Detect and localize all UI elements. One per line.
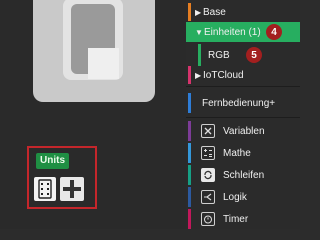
device-led <box>88 48 119 79</box>
category-variablen[interactable]: Variablen <box>186 121 300 141</box>
category-label: Logik <box>223 191 247 203</box>
timer-icon <box>201 212 215 226</box>
subcategory-label: RGB <box>208 49 230 61</box>
category-color-stripe <box>188 187 191 207</box>
category-color-stripe <box>188 209 191 229</box>
units-panel: Units <box>27 146 97 209</box>
device-preview <box>33 0 155 102</box>
step-badge: 5 <box>246 47 262 63</box>
category-label: Base <box>203 6 226 18</box>
category-color-stripe <box>188 66 191 84</box>
category-base[interactable]: ▶ Base <box>186 3 300 21</box>
category-fernbedienung[interactable]: Fernbedienung+ <box>186 93 300 113</box>
category-label: Einheiten (1) <box>204 26 261 38</box>
divider <box>186 117 300 118</box>
collapse-arrow-icon: ▼ <box>195 27 203 37</box>
category-iotcloud[interactable]: ▶ IoTCloud <box>186 66 300 84</box>
category-label: Timer <box>223 213 249 225</box>
category-mathe[interactable]: Mathe <box>186 143 300 163</box>
category-color-stripe <box>188 143 191 163</box>
category-label: Variablen <box>223 125 265 137</box>
math-icon <box>201 146 215 160</box>
category-logik[interactable]: Logik <box>186 187 300 207</box>
category-label: Schleifen <box>223 169 265 181</box>
divider <box>186 86 300 87</box>
category-color-stripe <box>188 93 191 113</box>
loop-icon <box>201 168 215 182</box>
category-label: Fernbedienung+ <box>202 97 276 109</box>
add-unit-icon[interactable] <box>60 177 84 201</box>
category-color-stripe <box>188 121 191 141</box>
logic-icon <box>201 190 215 204</box>
category-sidebar: ▶ Base ▼ Einheiten (1) 4 RGB 5 ▶ IoTClou… <box>186 0 300 229</box>
variable-icon <box>201 124 215 138</box>
units-badge: Units <box>36 153 69 169</box>
category-timer[interactable]: Timer <box>186 209 300 229</box>
category-label: Mathe <box>223 147 251 159</box>
rgb-unit-icon[interactable] <box>34 177 56 201</box>
step-badge: 4 <box>266 24 282 40</box>
category-color-stripe <box>188 3 191 21</box>
category-color-stripe <box>198 44 201 66</box>
expand-arrow-icon: ▶ <box>195 7 202 17</box>
device-canvas: Units <box>0 0 186 229</box>
category-schleifen[interactable]: Schleifen <box>186 165 300 185</box>
subcategory-rgb[interactable]: RGB 5 <box>186 44 300 66</box>
expand-arrow-icon: ▶ <box>195 70 202 80</box>
category-color-stripe <box>188 165 191 185</box>
category-label: IoTCloud <box>203 69 244 81</box>
category-einheiten[interactable]: ▼ Einheiten (1) 4 <box>186 22 300 42</box>
